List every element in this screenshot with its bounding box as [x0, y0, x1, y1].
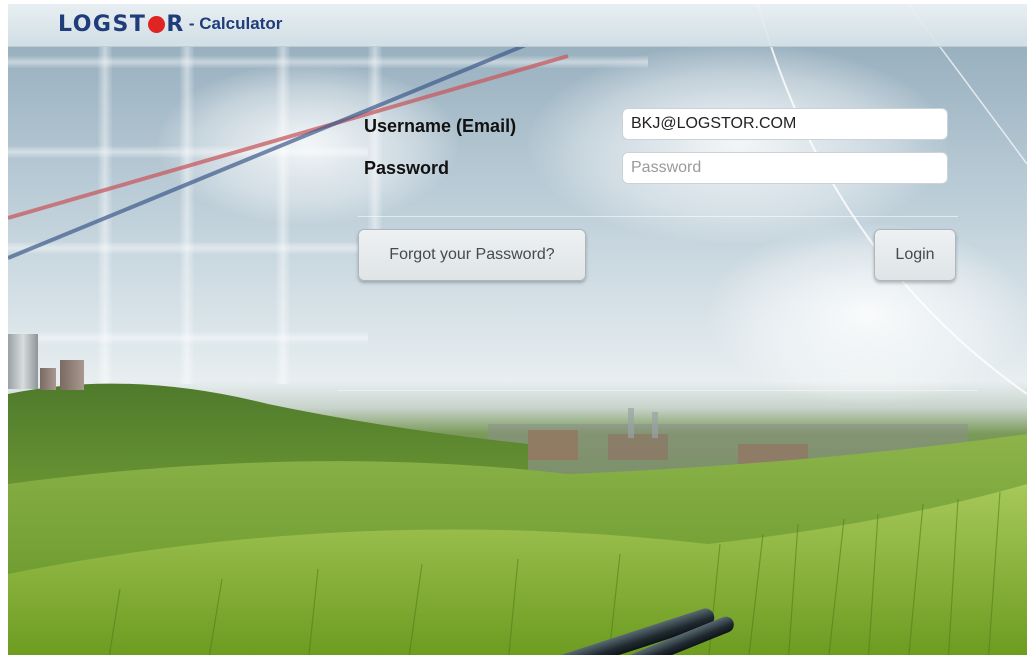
logo: LOGST R - Calculator	[58, 10, 282, 38]
logo-text: LOGST	[58, 11, 147, 37]
forgot-password-button[interactable]: Forgot your Password?	[358, 229, 586, 281]
building	[40, 368, 56, 390]
divider	[358, 216, 958, 217]
app-subtitle: - Calculator	[188, 14, 283, 33]
logo-text-end: R	[166, 11, 185, 37]
building	[8, 334, 38, 389]
login-button[interactable]: Login	[874, 229, 956, 281]
login-screen: LOGST R - Calculator Username (Email) Pa…	[8, 4, 1027, 655]
building	[60, 360, 84, 390]
username-label: Username (Email)	[364, 116, 517, 136]
password-input[interactable]	[622, 152, 948, 184]
divider	[338, 390, 978, 391]
logo-dot-icon	[148, 15, 166, 33]
username-input[interactable]	[622, 108, 948, 140]
header-bar: LOGST R - Calculator	[8, 4, 1027, 47]
landscape	[8, 383, 1027, 655]
password-label: Password	[364, 158, 450, 178]
